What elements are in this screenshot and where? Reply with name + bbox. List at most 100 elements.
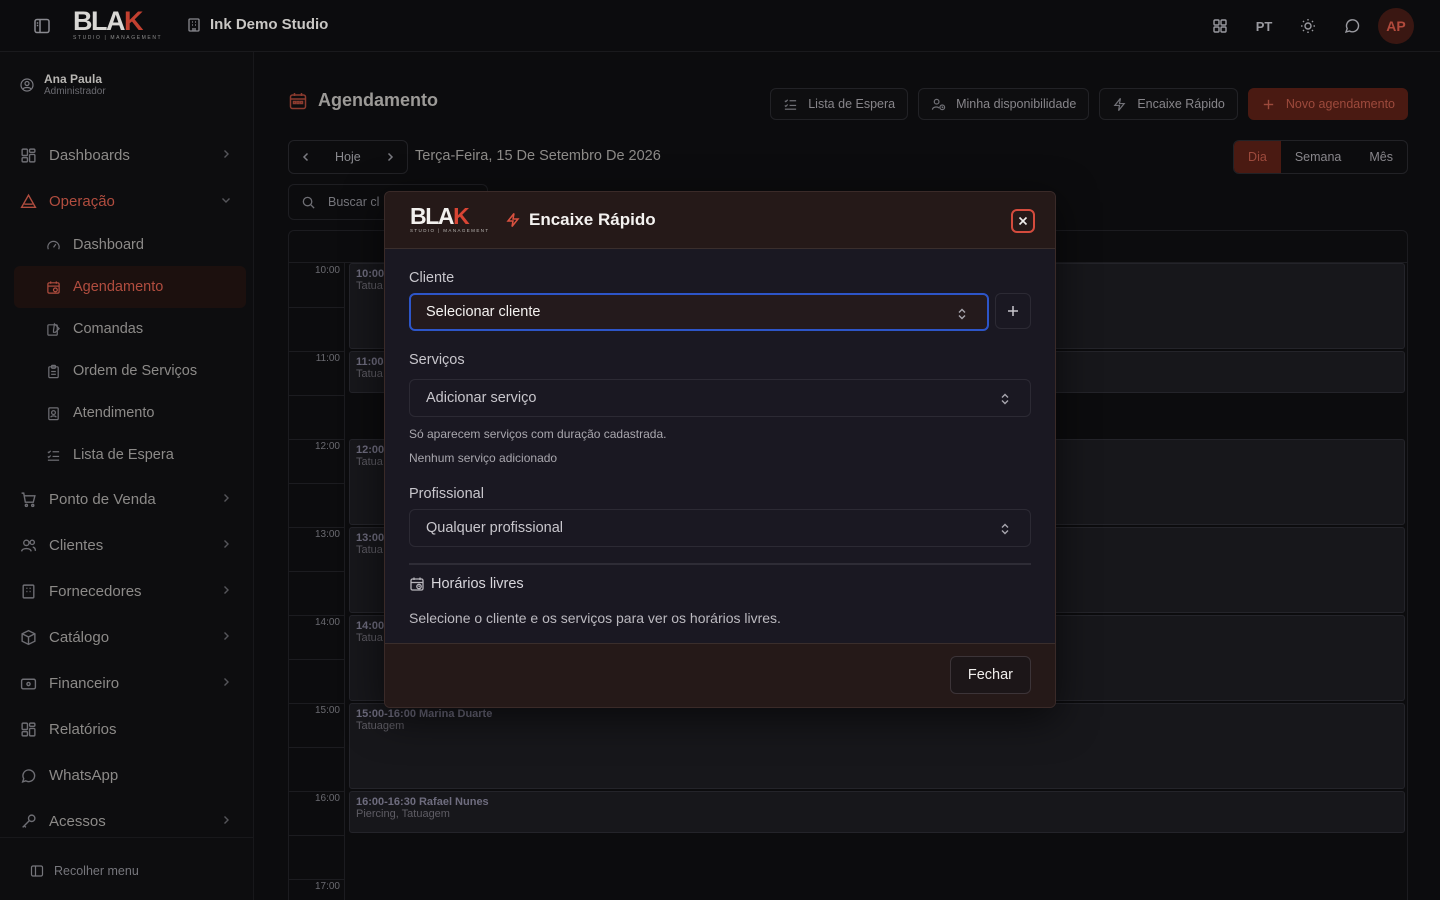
appointment-card[interactable]: 15:00-16:00 Marina Duarte Tatuagem: [349, 703, 1405, 789]
plus-icon: [1008, 306, 1018, 316]
sidebar-subitem-comandas[interactable]: Comandas: [0, 308, 254, 350]
dialog-close-button[interactable]: [1011, 209, 1035, 233]
sidebar-nav: Dashboards Operação Dashboard Agendament…: [0, 132, 254, 844]
sidebar-subitem-atendimento[interactable]: Atendimento: [0, 392, 254, 434]
sidebar-item-ponto-venda[interactable]: Ponto de Venda: [0, 476, 254, 522]
quick-fit-button[interactable]: Encaixe Rápido: [1099, 88, 1238, 120]
chevron-right-icon: [224, 540, 229, 548]
chevron-right-icon: [224, 586, 229, 594]
sidebar-subitem-ordem-servicos[interactable]: Ordem de Serviços: [0, 350, 254, 392]
chevron-right-icon: [224, 632, 229, 640]
sidebar-item-label: Ordem de Serviços: [73, 363, 198, 379]
availability-button[interactable]: Minha disponibilidade: [918, 88, 1090, 120]
dialog-title: Encaixe Rápido: [505, 210, 656, 230]
date-navigator: Hoje: [288, 140, 408, 174]
chat-icon: [21, 768, 36, 783]
service-icon: [48, 406, 59, 420]
apps-button[interactable]: [1202, 8, 1238, 44]
professional-label: Profissional: [409, 486, 484, 502]
collapse-menu-button[interactable]: Recolher menu: [30, 864, 139, 878]
chevron-right-icon: [224, 494, 229, 502]
search-icon: [302, 196, 315, 209]
brand-logo[interactable]: BLAK STUDIO | MANAGEMENT: [73, 8, 165, 44]
sidebar: Ana Paula Administrador Dashboards Opera…: [0, 52, 254, 900]
add-client-button[interactable]: [995, 293, 1031, 329]
sidebar-collapse-icon: [30, 865, 44, 877]
tab-month[interactable]: Mês: [1355, 141, 1407, 173]
sidebar-item-dashboards[interactable]: Dashboards: [0, 132, 254, 178]
waitlist-button[interactable]: Lista de Espera: [770, 88, 909, 120]
hour-label: 12:00: [314, 441, 340, 452]
close-icon: [1018, 216, 1028, 226]
language-button[interactable]: PT: [1246, 8, 1282, 44]
sidebar-item-catalogo[interactable]: Catálogo: [0, 614, 254, 660]
sidebar-item-whatsapp[interactable]: WhatsApp: [0, 752, 254, 798]
theme-toggle-button[interactable]: [1290, 8, 1326, 44]
prev-day-button[interactable]: [289, 141, 323, 173]
building-icon: [188, 17, 200, 32]
messages-button[interactable]: [1334, 8, 1370, 44]
hour-label: 14:00: [314, 617, 340, 628]
user-clock-icon: [931, 98, 946, 110]
user-name: Ana Paula: [44, 72, 103, 86]
sidebar-subitem-agendamento[interactable]: Agendamento: [14, 266, 246, 308]
sidebar-item-label: Catálogo: [49, 628, 110, 646]
sidebar-item-label: Fornecedores: [49, 582, 142, 600]
chevron-up-down-icon: [1001, 393, 1009, 405]
services-select[interactable]: Adicionar serviço: [409, 379, 1031, 417]
user-role: Administrador: [44, 86, 106, 97]
appointment-card[interactable]: 16:00-16:30 Rafael Nunes Piercing, Tatuag…: [349, 791, 1405, 833]
tab-day[interactable]: Dia: [1234, 141, 1281, 173]
services-empty-text: Nenhum serviço adicionado: [409, 451, 558, 465]
user-circle-icon: [20, 77, 34, 92]
chevron-right-icon: [224, 816, 229, 824]
sidebar-item-relatorios[interactable]: Relatórios: [0, 706, 254, 752]
current-date: Terça-Feira, 15 De Setembro De 2026: [415, 148, 661, 164]
tab-week[interactable]: Semana: [1281, 141, 1356, 173]
close-button[interactable]: Fechar: [949, 656, 1031, 694]
client-select[interactable]: Selecionar cliente: [409, 293, 989, 331]
chevron-right-icon: [224, 678, 229, 686]
calendar-icon: [289, 92, 307, 109]
sidebar-item-label: Agendamento: [73, 279, 164, 295]
sidebar-item-label: Dashboards: [49, 146, 130, 164]
services-label: Serviços: [409, 352, 465, 368]
dialog-body: Cliente Selecionar cliente Serviços Adic…: [385, 249, 1055, 645]
hour-label: 16:00: [314, 793, 340, 804]
sidebar-item-operacao[interactable]: Operação: [0, 178, 254, 224]
next-day-button[interactable]: [373, 141, 407, 173]
hour-label: 11:00: [315, 353, 340, 364]
plus-icon: [1263, 99, 1274, 109]
sidebar-toggle-icon[interactable]: [32, 16, 52, 36]
sidebar-subitem-lista-espera[interactable]: Lista de Espera: [0, 434, 254, 476]
wallet-icon: [20, 678, 37, 690]
sidebar-item-financeiro[interactable]: Financeiro: [0, 660, 254, 706]
chat-bubble-icon: [1344, 19, 1360, 34]
today-button[interactable]: Hoje: [323, 141, 373, 173]
sidebar-item-label: Lista de Espera: [73, 447, 174, 463]
lightning-icon: [1113, 97, 1126, 111]
quick-fit-dialog: BLAK STUDIO | MANAGEMENT Encaixe Rápido …: [384, 191, 1056, 708]
sidebar-item-clientes[interactable]: Clientes: [0, 522, 254, 568]
services-hint: Só aparecem serviços com duração cadastr…: [409, 427, 667, 441]
free-slots-message: Selecione o cliente e os serviços para v…: [409, 610, 781, 626]
sidebar-item-label: Ponto de Venda: [49, 490, 156, 508]
sidebar-subitem-dashboard[interactable]: Dashboard: [0, 224, 254, 266]
professional-select[interactable]: Qualquer profissional: [409, 509, 1031, 547]
edit-icon: [47, 322, 60, 336]
section-divider: [409, 563, 1031, 565]
sidebar-item-label: Atendimento: [73, 405, 155, 421]
user-info[interactable]: Ana Paula Administrador: [20, 72, 106, 97]
page-title: Agendamento: [288, 90, 438, 111]
new-appointment-button[interactable]: Novo agendamento: [1247, 88, 1408, 120]
avatar[interactable]: AP: [1378, 8, 1414, 44]
dialog-footer: Fechar: [385, 643, 1055, 707]
chevron-up-down-icon: [958, 308, 966, 320]
sidebar-item-label: Clientes: [49, 536, 104, 554]
studio-selector[interactable]: Ink Demo Studio: [186, 16, 328, 33]
sidebar-item-label: Acessos: [49, 812, 106, 830]
grid-icon: [21, 147, 36, 163]
sun-icon: [1301, 19, 1315, 33]
sidebar-item-fornecedores[interactable]: Fornecedores: [0, 568, 254, 614]
chevron-down-icon: [222, 198, 230, 203]
